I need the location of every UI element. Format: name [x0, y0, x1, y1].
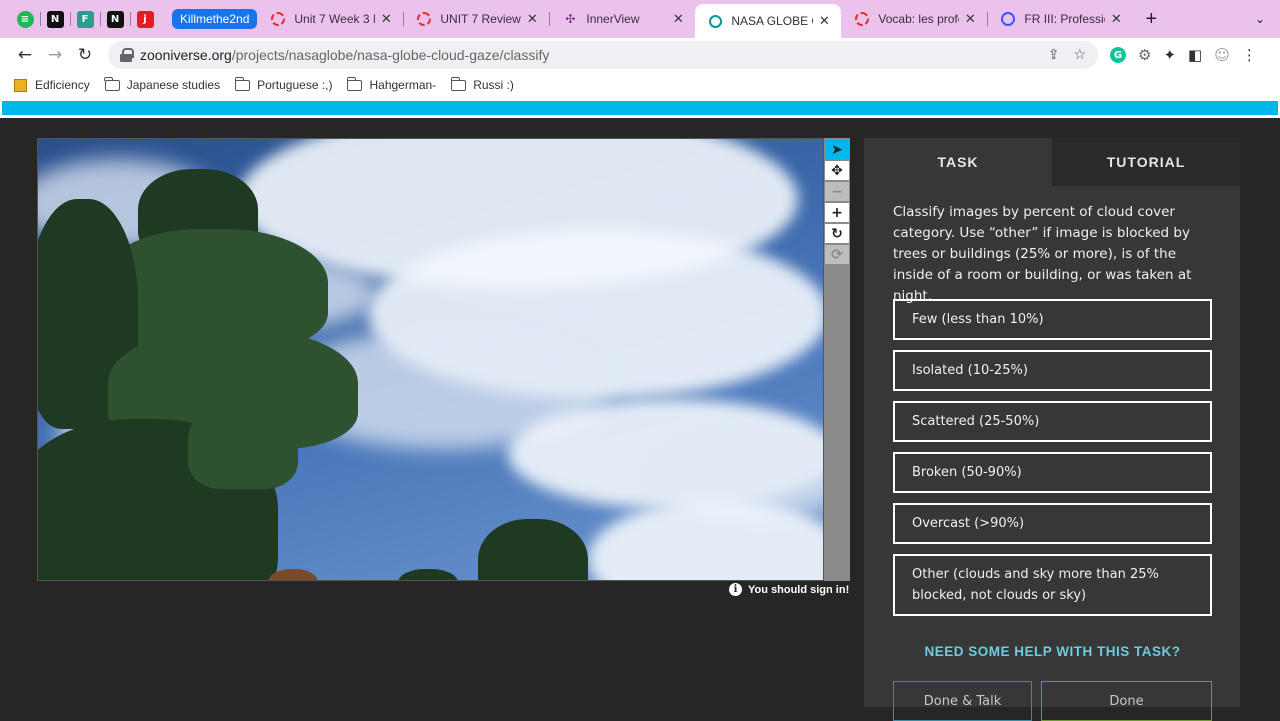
- bookmark-star-icon[interactable]: ☆: [1073, 47, 1086, 63]
- tab-group-label[interactable]: Killmethe2nd: [172, 9, 258, 29]
- quizlet-icon: [1001, 12, 1016, 26]
- url-text[interactable]: zooniverse.org/projects/nasaglobe/nasa-g…: [140, 47, 549, 63]
- zoom-in-tool[interactable]: +: [825, 203, 849, 222]
- notion-icon: N: [46, 10, 64, 28]
- tab-nasa-globe[interactable]: NASA GLOBE Cl ✕: [695, 4, 842, 38]
- answer-isolated[interactable]: Isolated (10-25%): [893, 350, 1212, 391]
- pinned-tab-0[interactable]: ≡: [10, 0, 40, 38]
- pan-tool[interactable]: ✥: [825, 161, 849, 180]
- task-panel: TASK TUTORIAL Classify images by percent…: [864, 138, 1240, 721]
- answer-other[interactable]: Other (clouds and sky more than 25% bloc…: [893, 554, 1212, 616]
- bookmark-edficiency[interactable]: Edficiency: [14, 78, 90, 92]
- pinned-tab-2[interactable]: F: [70, 0, 100, 38]
- tab-title: NASA GLOBE Cl: [731, 14, 813, 28]
- folder-icon: [104, 76, 120, 91]
- close-icon[interactable]: ✕: [1109, 11, 1123, 27]
- tab-task[interactable]: TASK: [864, 138, 1052, 186]
- chevron-down-icon[interactable]: ⌄: [1240, 12, 1280, 26]
- tab-title: InnerView: [586, 12, 640, 26]
- profile-avatar-icon[interactable]: ☺: [1214, 46, 1230, 64]
- rotate-icon: ↻: [831, 225, 843, 242]
- tab-innerview[interactable]: ✣ InnerView ✕: [549, 0, 695, 38]
- flag-icon: F: [76, 10, 94, 28]
- loading-ring-icon: [417, 12, 432, 26]
- answer-overcast[interactable]: Overcast (>90%): [893, 503, 1212, 544]
- bookmark-folder-portuguese[interactable]: Portuguese :,): [234, 76, 332, 92]
- new-tab-button[interactable]: +: [1133, 8, 1169, 31]
- zooniverse-icon: [709, 14, 723, 28]
- browser-tab-strip: ≡ N F N j Killmethe2nd Unit 7 Week 3 N ✕…: [0, 0, 1280, 38]
- reload-icon[interactable]: ↻: [70, 45, 100, 65]
- sidepanel-icon[interactable]: ◧: [1188, 46, 1202, 64]
- image-toolbar: ➤ ✥ − + ↻ ⟳: [824, 138, 850, 581]
- zoom-out-tool[interactable]: −: [825, 182, 849, 201]
- reset-icon: ⟳: [831, 246, 843, 263]
- done-button[interactable]: Done: [1041, 681, 1212, 721]
- tab-title: Vocab: les profe: [878, 12, 960, 26]
- red-j-icon: j: [136, 10, 154, 28]
- pointer-tool[interactable]: ➤: [825, 140, 849, 159]
- innerview-icon: ✣: [565, 12, 576, 26]
- bookmarks-bar: Edficiency Japanese studies Portuguese :…: [0, 72, 1280, 98]
- folder-icon: [450, 76, 467, 91]
- grammarly-icon[interactable]: G: [1110, 47, 1126, 63]
- answer-list: Few (less than 10%) Isolated (10-25%) Sc…: [893, 299, 1212, 626]
- bookmark-folder-russian[interactable]: Russi :): [450, 76, 514, 92]
- pinned-tab-3[interactable]: N: [100, 0, 130, 38]
- edficiency-icon: [14, 78, 27, 92]
- tab-title: FR III: Professio: [1024, 12, 1106, 26]
- project-accent-bar: [2, 101, 1278, 115]
- answer-few[interactable]: Few (less than 10%): [893, 299, 1212, 340]
- done-and-talk-button[interactable]: Done & Talk: [893, 681, 1032, 721]
- forward-arrow-icon[interactable]: →: [40, 45, 70, 65]
- tab-title: Unit 7 Week 3 N: [294, 12, 376, 26]
- sign-in-notice[interactable]: i You should sign in!: [729, 583, 854, 596]
- extension-icon[interactable]: ⚙: [1138, 46, 1151, 64]
- subject-image-viewer[interactable]: [37, 138, 824, 581]
- tab-unit7-week3[interactable]: Unit 7 Week 3 N ✕: [257, 0, 403, 38]
- plus-icon: +: [831, 204, 843, 221]
- share-icon[interactable]: ⇪: [1048, 47, 1060, 63]
- spotify-icon: ≡: [16, 10, 34, 28]
- bookmark-folder-japanese[interactable]: Japanese studies: [104, 76, 220, 92]
- tab-unit7-review[interactable]: UNIT 7 Review ✕: [403, 0, 549, 38]
- info-icon: i: [729, 583, 742, 596]
- tab-vocab[interactable]: Vocab: les profe ✕: [841, 0, 987, 38]
- minus-icon: −: [831, 183, 843, 200]
- puzzle-icon[interactable]: ✦: [1163, 46, 1176, 64]
- close-icon[interactable]: ✕: [963, 11, 977, 27]
- extensions-area: G ⚙ ✦ ◧ ☺ ⋮: [1110, 46, 1257, 64]
- tab-title: UNIT 7 Review: [440, 12, 521, 26]
- folder-icon: [346, 76, 363, 91]
- close-icon[interactable]: ✕: [671, 11, 685, 27]
- close-icon[interactable]: ✕: [379, 11, 393, 27]
- browser-toolbar: ← → ↻ zooniverse.org/projects/nasaglobe/…: [0, 38, 1280, 72]
- loading-ring-icon: [271, 12, 286, 26]
- answer-scattered[interactable]: Scattered (25-50%): [893, 401, 1212, 442]
- folder-icon: [234, 76, 251, 91]
- move-icon: ✥: [831, 162, 843, 179]
- back-arrow-icon[interactable]: ←: [10, 45, 40, 65]
- loading-ring-icon: [855, 12, 870, 26]
- bookmark-folder-german[interactable]: Hahgerman-: [346, 76, 436, 92]
- answer-broken[interactable]: Broken (50-90%): [893, 452, 1212, 493]
- pinned-tabs: ≡ N F N j: [0, 0, 160, 38]
- lock-icon: [120, 48, 134, 62]
- pinned-tab-4[interactable]: j: [130, 0, 160, 38]
- close-icon[interactable]: ✕: [817, 13, 831, 29]
- task-instructions: Classify images by percent of cloud cove…: [893, 204, 1192, 304]
- panel-tabs: TASK TUTORIAL: [864, 138, 1240, 186]
- tab-fr3[interactable]: FR III: Professio ✕: [987, 0, 1133, 38]
- notion-icon: N: [106, 10, 124, 28]
- menu-dots-icon[interactable]: ⋮: [1242, 46, 1257, 64]
- pinned-tab-1[interactable]: N: [40, 0, 70, 38]
- close-icon[interactable]: ✕: [525, 11, 539, 27]
- reset-tool[interactable]: ⟳: [825, 245, 849, 264]
- help-link[interactable]: NEED SOME HELP WITH THIS TASK?: [893, 644, 1212, 659]
- cursor-arrow-icon: ➤: [831, 141, 843, 158]
- tab-tutorial[interactable]: TUTORIAL: [1052, 138, 1240, 186]
- address-bar[interactable]: zooniverse.org/projects/nasaglobe/nasa-g…: [108, 41, 1098, 69]
- rotate-tool[interactable]: ↻: [825, 224, 849, 243]
